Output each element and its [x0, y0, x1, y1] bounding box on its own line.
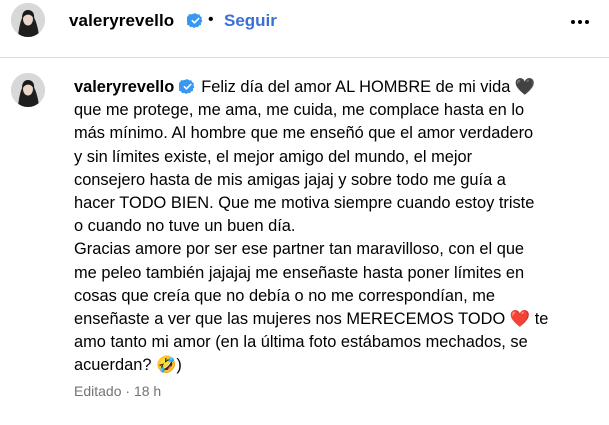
more-options-icon[interactable]	[566, 12, 594, 32]
caption-body: Feliz día del amor AL HOMBRE de mi vida …	[74, 78, 549, 375]
follow-button[interactable]: Seguir	[224, 11, 277, 31]
more-dot	[571, 20, 575, 24]
post-time[interactable]: 18 h	[134, 383, 161, 399]
header-username[interactable]: valeryrevello	[69, 11, 174, 31]
post-header: valeryrevello • Seguir	[0, 0, 609, 48]
avatar-photo	[11, 3, 45, 37]
meta-separator: ·	[125, 383, 131, 399]
edited-label: Editado	[74, 383, 122, 399]
caption-text: valeryrevello Feliz día del amor AL HOMBR…	[74, 76, 594, 378]
profile-avatar[interactable]	[11, 3, 45, 37]
header-divider	[0, 57, 609, 58]
verified-badge-icon	[179, 79, 195, 95]
post-meta: Editado · 18 h	[74, 382, 161, 400]
more-dot	[578, 20, 582, 24]
avatar-photo	[11, 73, 45, 107]
caption-avatar[interactable]	[11, 73, 45, 107]
more-dot	[585, 20, 589, 24]
post-caption-panel: valeryrevello • Seguir valeryrevello Feli…	[0, 0, 609, 425]
verified-badge-icon	[187, 13, 203, 29]
caption-username[interactable]: valeryrevello	[74, 78, 174, 96]
header-separator: •	[208, 11, 214, 28]
